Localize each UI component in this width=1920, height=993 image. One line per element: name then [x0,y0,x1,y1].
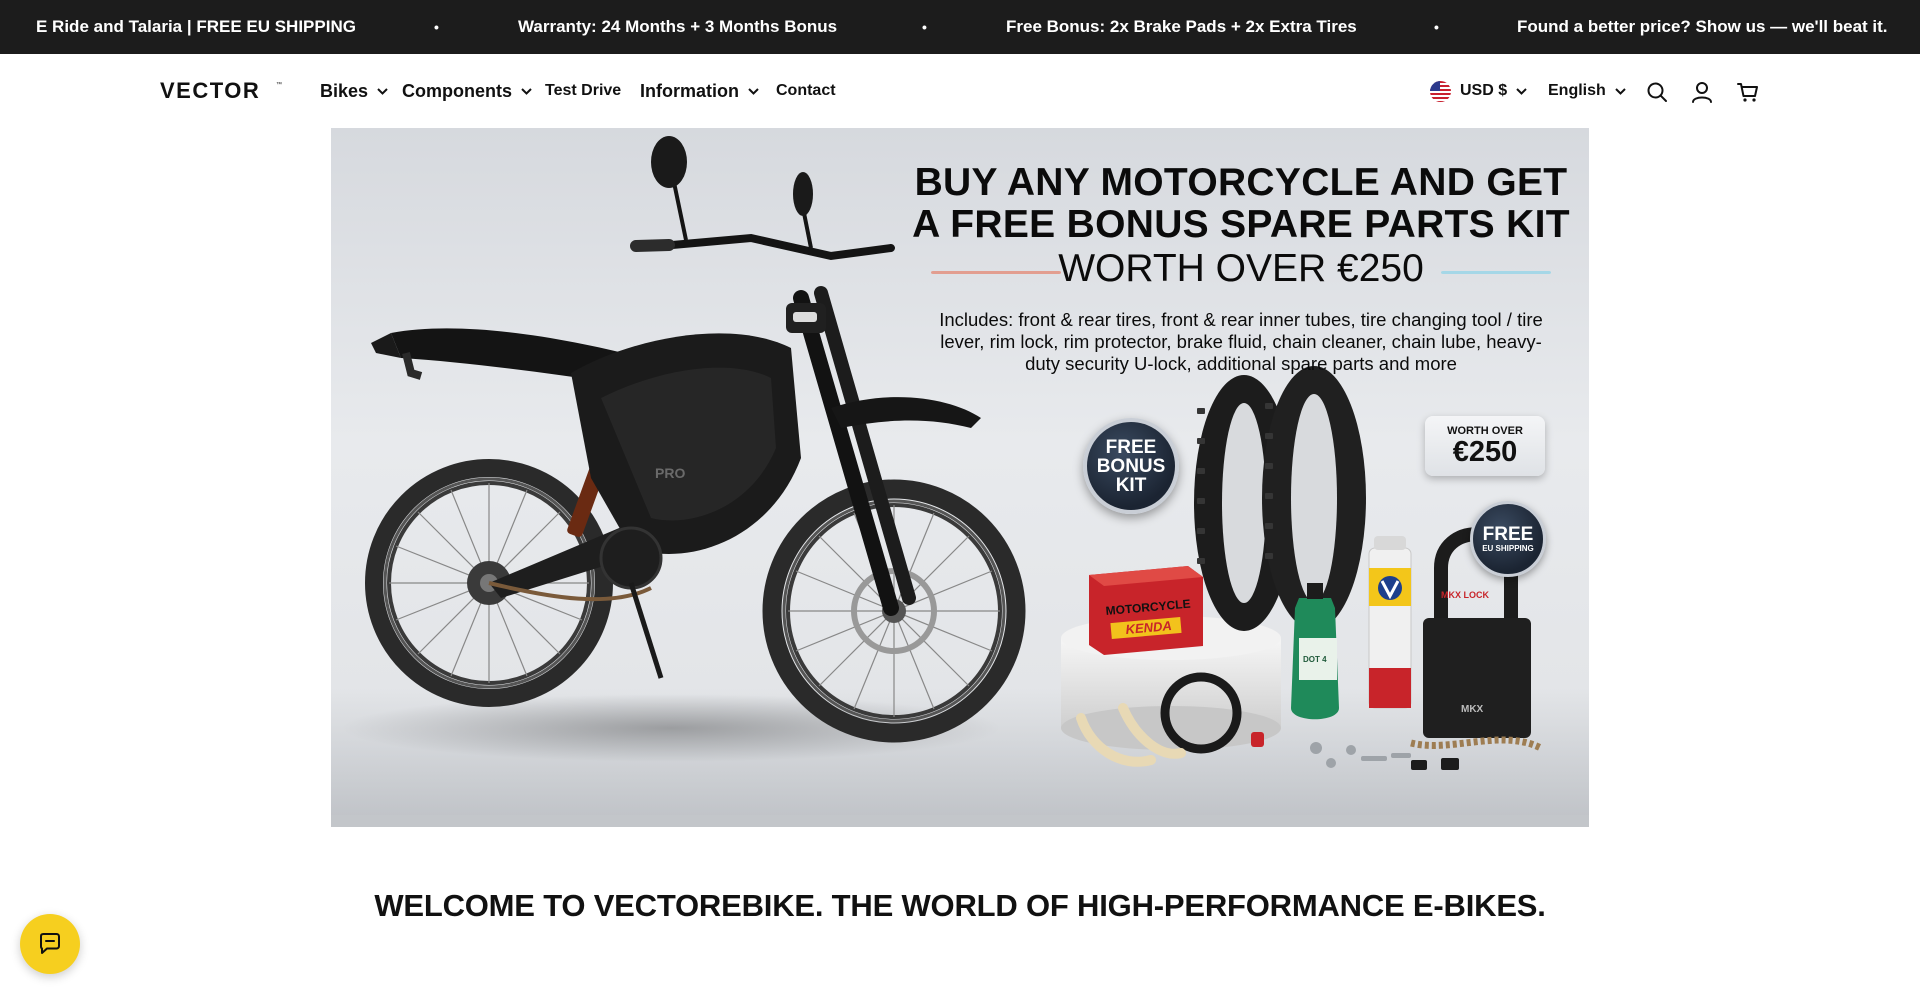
badge-ship-top: FREE [1482,524,1534,545]
nav-test-drive[interactable]: Test Drive [545,54,621,128]
announcement-separator: • [434,19,439,35]
site-header: VECTOR ™ Bikes Components Test Drive Inf… [0,54,1920,128]
currency-selector[interactable]: USD $ [1430,54,1527,128]
hero-headline-line1: BUY ANY MOTORCYCLE AND GET [914,161,1568,204]
badge-bonus-line: BONUS [1096,455,1166,477]
announcement-separator: • [922,19,927,35]
nav-components[interactable]: Components [402,54,532,128]
badge-bonus-line: FREE [1105,436,1157,458]
nav-components-label: Components [402,80,512,101]
brake-fluid-label: DOT 4 [1303,655,1327,664]
currency-label: USD $ [1460,82,1508,99]
logo-text: VECTOR [160,79,260,101]
announcement-message[interactable]: Free Bonus: 2x Brake Pads + 2x Extra Tir… [1006,0,1357,54]
chevron-down-icon [748,87,759,95]
announcement-message[interactable]: Warranty: 24 Months + 3 Months Bonus [518,0,837,54]
chevron-down-icon [521,87,532,95]
announcement-message[interactable]: E Ride and Talaria | FREE EU SHIPPING [36,0,356,54]
trademark-mark: ™ [276,81,282,88]
free-shipping-badge: FREE EU SHIPPING [1470,501,1546,577]
announcement-separator: • [1434,19,1439,35]
hero-headline-line2: A FREE BONUS SPARE PARTS KIT [912,203,1570,246]
language-label: English [1548,82,1606,99]
welcome-heading: WELCOME TO VECTOREBIKE. THE WORLD OF HIG… [374,888,1546,923]
hero-copy: BUY ANY MOTORCYCLE AND GET A FREE BONUS … [901,162,1581,375]
chevron-down-icon [1615,87,1626,95]
badge-worth-value: €250 [1452,436,1518,468]
chevron-down-icon [1516,87,1527,95]
nav-bikes[interactable]: Bikes [320,54,388,128]
chat-button[interactable] [20,914,80,974]
hero-includes-text: Includes: front & rear tires, front & re… [939,309,1543,374]
nav-bikes-label: Bikes [320,80,369,101]
us-flag-icon [1430,80,1451,102]
nav-contact[interactable]: Contact [776,54,836,128]
hero-banner[interactable]: PRO MOTORCYCLE KENDA DOT 4 MKX LOCK MKX … [331,128,1589,827]
nav-contact-label: Contact [776,82,836,99]
hero-headline-line3: WORTH OVER €250 [1058,247,1424,290]
nav-information-label: Information [640,80,739,101]
cart-icon[interactable] [1737,81,1759,103]
nav-information[interactable]: Information [640,54,759,128]
lock-brand-top: MKX LOCK [1441,590,1489,600]
bike-model-mark: PRO [655,465,685,481]
search-icon[interactable] [1646,81,1668,103]
chevron-down-icon [377,87,388,95]
nav-test-drive-label: Test Drive [545,82,622,99]
badge-ship-bottom: EU SHIPPING [1482,544,1534,553]
worth-over-badge: WORTH OVER €250 [1425,416,1545,476]
announcement-message[interactable]: Found a better price? Show us — we'll be… [1517,0,1888,54]
chat-bubble-icon [40,933,60,954]
lock-brand-label: MKX [1461,704,1484,715]
badge-bonus-line: KIT [1115,474,1147,496]
language-selector[interactable]: English [1548,54,1626,128]
free-bonus-kit-badge: FREE BONUS KIT [1083,418,1179,514]
account-icon[interactable] [1691,81,1713,103]
announcement-bar: E Ride and Talaria | FREE EU SHIPPING • … [0,0,1920,54]
vector-logo[interactable]: VECTOR ™ [160,79,282,101]
